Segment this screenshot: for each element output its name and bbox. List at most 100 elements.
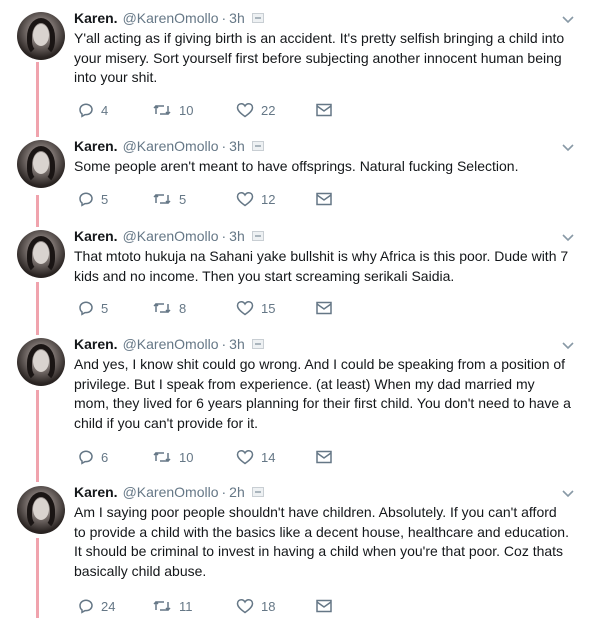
display-name[interactable]: Karen.: [74, 336, 118, 352]
reply-button[interactable]: 5: [78, 298, 108, 318]
retweet-button[interactable]: 5: [152, 189, 186, 209]
reply-count: 5: [101, 300, 109, 316]
envelope-icon: [316, 103, 332, 117]
like-button[interactable]: 14: [236, 447, 275, 467]
like-count: 15: [261, 300, 276, 316]
direct-message-button[interactable]: [316, 100, 339, 120]
tweet[interactable]: Karen. @KarenOmollo · 3h That mtoto huku…: [0, 220, 590, 328]
retweet-count: 8: [179, 300, 187, 316]
retweet-icon: [153, 104, 171, 116]
reply-button[interactable]: 6: [78, 447, 108, 467]
like-button[interactable]: 22: [236, 100, 275, 120]
reply-icon: [79, 301, 93, 316]
retweet-count: 11: [179, 598, 193, 614]
tweet-actions: 5 8 15: [78, 298, 338, 318]
reply-icon: [79, 103, 93, 118]
display-name[interactable]: Karen.: [74, 138, 118, 154]
tweet[interactable]: Karen. @KarenOmollo · 3h Y'all acting as…: [0, 0, 590, 130]
retweet-icon: [153, 600, 171, 612]
avatar[interactable]: [17, 338, 65, 386]
tweet-actions: 5 5 12: [78, 189, 338, 209]
reply-icon: [79, 192, 93, 207]
tweet-line: Am I saying poor people shouldn't have c…: [74, 504, 557, 520]
image-placeholder-icon: [251, 141, 264, 151]
reply-button[interactable]: 24: [78, 596, 115, 616]
direct-message-button[interactable]: [316, 447, 339, 467]
envelope-icon: [316, 192, 332, 206]
timestamp[interactable]: 3h: [229, 138, 245, 154]
reply-count: 4: [101, 102, 109, 118]
timestamp[interactable]: 3h: [229, 228, 245, 244]
tweet[interactable]: Karen. @KarenOmollo · 3h Some people are…: [0, 130, 590, 220]
avatar[interactable]: [17, 12, 65, 60]
handle[interactable]: @KarenOmollo: [123, 336, 219, 352]
separator: ·: [221, 336, 227, 352]
handle[interactable]: @KarenOmollo: [123, 138, 219, 154]
heart-icon: [236, 449, 254, 465]
tweet-line: into your shit.: [74, 69, 158, 85]
like-count: 18: [261, 598, 276, 614]
direct-message-button[interactable]: [316, 189, 339, 209]
tweet-text: And yes, I know shit could go wrong. And…: [74, 355, 574, 433]
image-placeholder-icon: [251, 13, 264, 23]
retweet-count: 10: [179, 449, 194, 465]
tweet-line: your misery. Sort yourself first before …: [74, 49, 562, 66]
chevron-down-icon[interactable]: [561, 338, 575, 352]
tweet-header: Karen. @KarenOmollo · 3h: [74, 9, 264, 27]
timestamp[interactable]: 2h: [229, 484, 245, 500]
retweet-icon: [153, 302, 171, 314]
direct-message-button[interactable]: [316, 298, 339, 318]
tweet-header: Karen. @KarenOmollo · 3h: [74, 137, 264, 155]
display-name[interactable]: Karen.: [74, 10, 118, 26]
reply-count: 6: [101, 449, 109, 465]
separator: ·: [221, 484, 227, 500]
avatar[interactable]: [17, 140, 65, 188]
tweet[interactable]: Karen. @KarenOmollo · 2h Am I saying poo…: [0, 476, 590, 618]
retweet-button[interactable]: 10: [152, 447, 193, 467]
envelope-icon: [316, 450, 332, 464]
tweet[interactable]: Karen. @KarenOmollo · 3h And yes, I know…: [0, 328, 590, 476]
handle[interactable]: @KarenOmollo: [123, 228, 219, 244]
retweet-count: 10: [179, 102, 194, 118]
chevron-down-icon[interactable]: [561, 486, 575, 500]
timestamp[interactable]: 3h: [229, 336, 245, 352]
display-name[interactable]: Karen.: [74, 228, 118, 244]
retweet-button[interactable]: 11: [152, 596, 193, 616]
avatar[interactable]: [17, 486, 65, 534]
heart-icon: [236, 102, 254, 118]
timestamp[interactable]: 3h: [229, 10, 245, 26]
reply-button[interactable]: 4: [78, 100, 108, 120]
retweet-button[interactable]: 10: [152, 100, 193, 120]
retweet-icon: [153, 193, 171, 205]
image-placeholder-icon: [251, 339, 264, 349]
separator: ·: [221, 228, 227, 244]
chevron-down-icon[interactable]: [561, 12, 575, 26]
tweet-line: basically child abuse.: [74, 562, 207, 579]
tweet-line: to provide a child with the basics like …: [74, 523, 569, 540]
handle[interactable]: @KarenOmollo: [123, 484, 219, 500]
chevron-down-icon[interactable]: [561, 140, 575, 154]
tweet-line: mom, they lived for 6 years planning for…: [74, 395, 571, 411]
like-button[interactable]: 18: [236, 596, 275, 616]
direct-message-button[interactable]: [316, 596, 339, 616]
like-button[interactable]: 12: [236, 189, 275, 209]
separator: ·: [221, 138, 227, 154]
display-name[interactable]: Karen.: [74, 484, 118, 500]
chevron-down-icon[interactable]: [561, 230, 575, 244]
like-count: 22: [261, 102, 276, 118]
tweet-header: Karen. @KarenOmollo · 3h: [74, 335, 264, 353]
reply-icon: [79, 450, 93, 465]
tweet-line: kids and no income. Then you start screa…: [74, 267, 455, 284]
reply-button[interactable]: 5: [78, 189, 108, 209]
like-button[interactable]: 15: [236, 298, 275, 318]
reply-icon: [79, 599, 93, 614]
tweet-line: Some people aren't meant to have offspri…: [74, 158, 519, 174]
handle[interactable]: @KarenOmollo: [123, 10, 219, 26]
envelope-icon: [316, 599, 332, 613]
tweet-text: That mtoto hukuja na Sahani yake bullshi…: [74, 247, 574, 286]
retweet-icon: [153, 451, 171, 463]
retweet-button[interactable]: 8: [152, 298, 186, 318]
like-count: 14: [261, 449, 276, 465]
tweet-line: And yes, I know shit could go wrong. And…: [74, 356, 566, 372]
avatar[interactable]: [17, 230, 65, 278]
